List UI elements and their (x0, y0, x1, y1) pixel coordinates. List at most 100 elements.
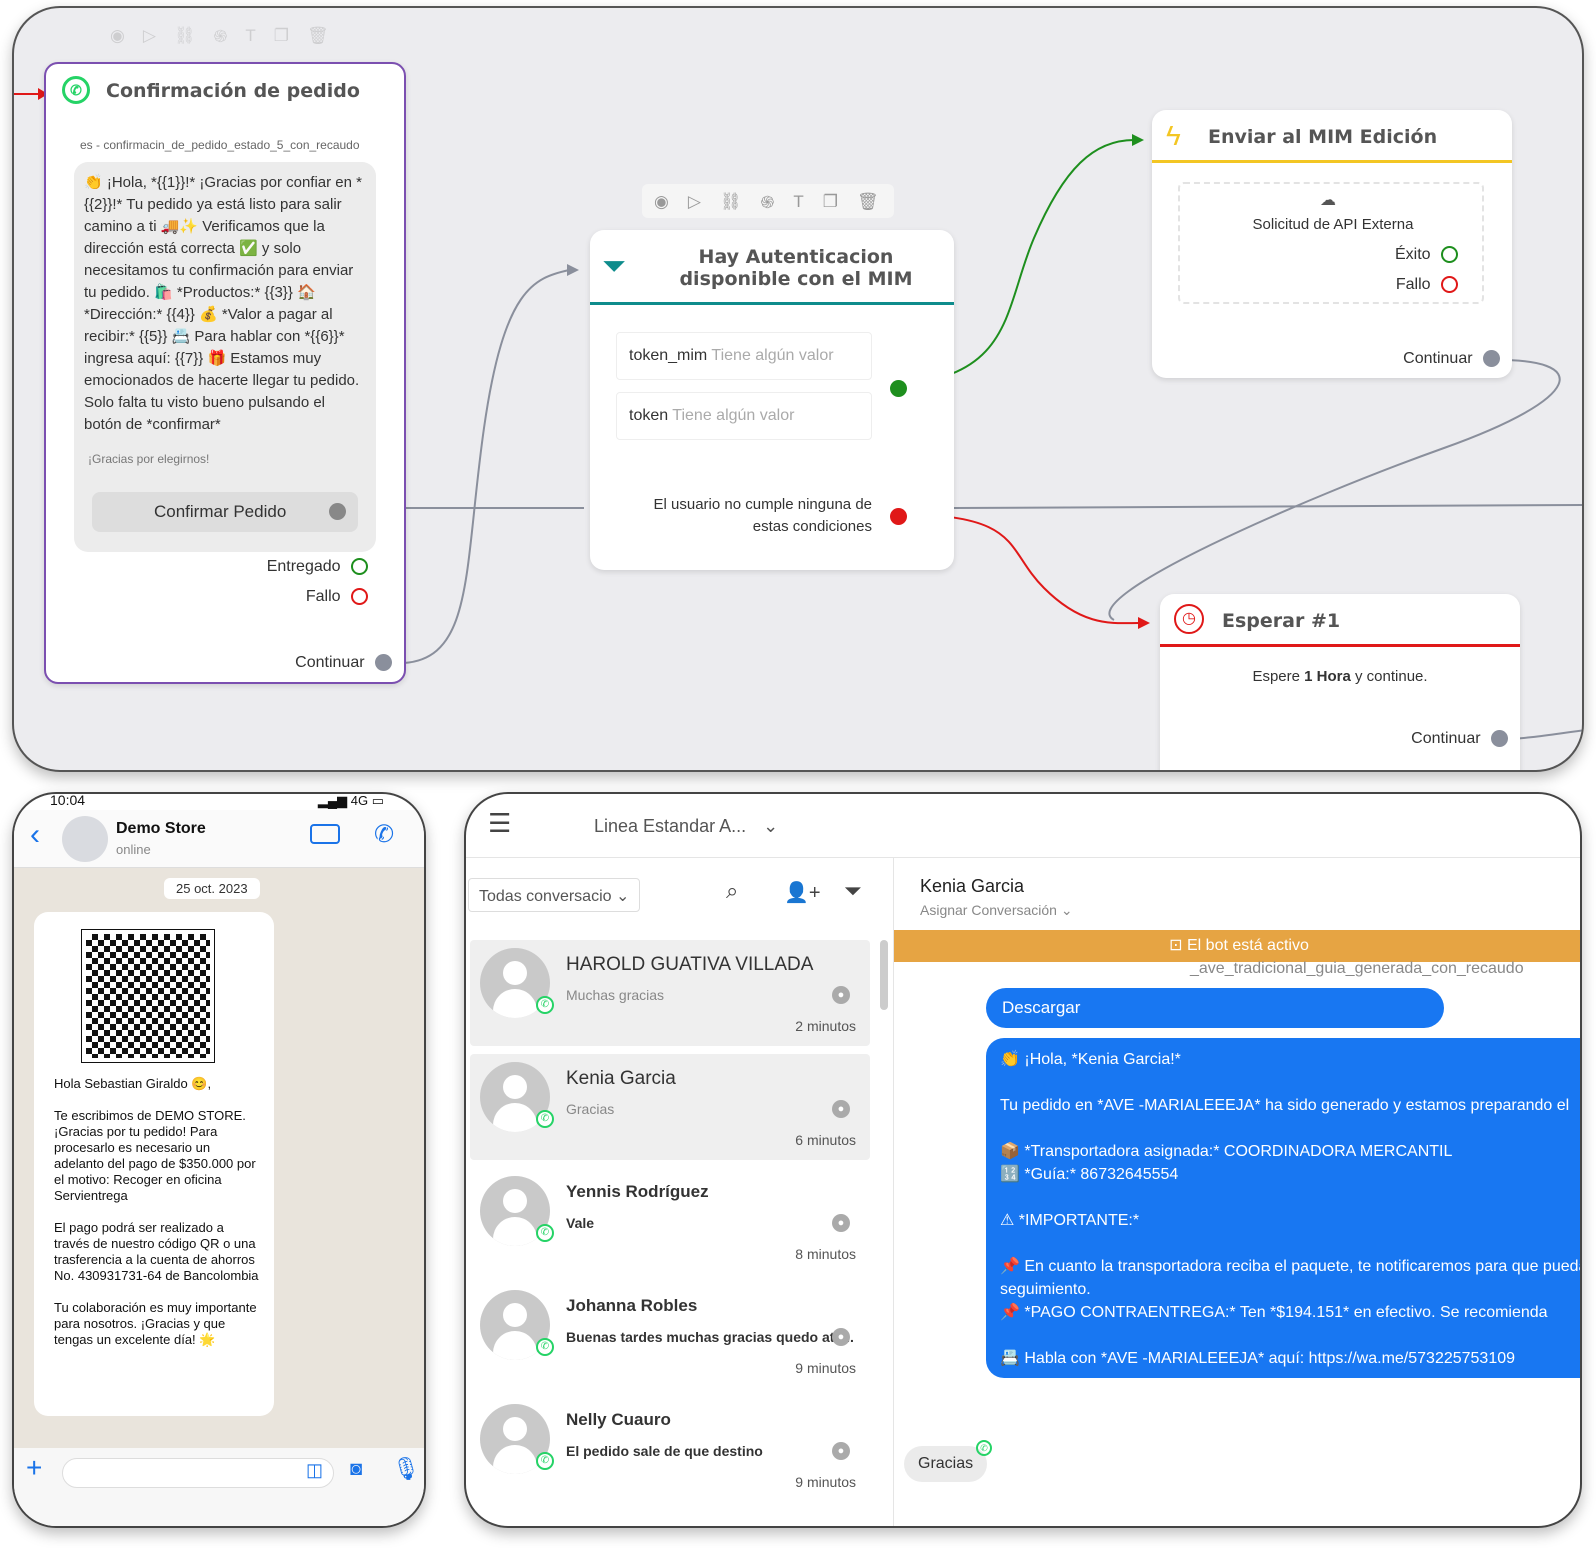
send-mim-node[interactable]: ϟ Enviar al MIM Edición ☁ Solicitud de A… (1152, 110, 1512, 378)
link-icon[interactable]: ⛓ (720, 192, 742, 212)
line-selector[interactable]: Linea Estandar A... ⌄ (594, 816, 778, 837)
title-divider (590, 302, 954, 305)
status-time: 10:04 (50, 792, 86, 808)
message-line (1000, 1071, 1580, 1094)
message-line: 🔢 *Guía:* 86732645554 (1000, 1166, 1179, 1183)
camera-icon[interactable]: ◙ (350, 1458, 362, 1481)
message-line (1000, 1232, 1580, 1255)
user-icon: ● (832, 1442, 850, 1460)
menu-icon[interactable]: ☰ (488, 808, 511, 839)
conversation-item[interactable]: ✆ Yennis Rodríguez Vale ● 8 minutos (470, 1168, 870, 1274)
fail-output: Fallo (1396, 276, 1458, 294)
match-port[interactable] (890, 380, 907, 397)
button-port[interactable] (329, 503, 346, 520)
message-line (1000, 1186, 1580, 1209)
message-box: 👏 ¡Hola, *{{1}}!* ¡Gracias por confiar e… (74, 162, 376, 552)
chat-header: ‹ Demo Store online ✆ (14, 810, 424, 868)
scrollbar[interactable] (880, 940, 888, 1010)
microphone-icon[interactable]: 🎙 (392, 1456, 420, 1482)
chevron-down-icon: ⌄ (1060, 902, 1073, 918)
download-button[interactable]: Descargar (986, 988, 1444, 1028)
plus-icon[interactable]: + (26, 1452, 42, 1484)
fingerprint-icon[interactable]: ֍ (761, 190, 775, 213)
add-user-icon[interactable]: 👤+ (784, 880, 821, 905)
node-title: Enviar al MIM Edición (1208, 126, 1438, 148)
wait-node[interactable]: ◷ Esperar #1 Espere 1 Hora y continue. C… (1160, 594, 1520, 770)
filter-icon[interactable]: ⏷ (844, 878, 862, 904)
battery-icon: ▭ (371, 793, 384, 808)
cloud-upload-icon: ☁ (1320, 192, 1336, 209)
bot-message: 👏 ¡Hola, *Kenia Garcia!* Tu pedido en *AV… (986, 1038, 1580, 1378)
conversation-item[interactable]: ✆ HAROLD GUATIVA VILLADA Muchas gracias ● 2 … (470, 940, 870, 1046)
conversation-item[interactable]: ✆ Johanna Robles Buenas tardes muchas grac… (470, 1282, 870, 1388)
incoming-message: Gracias (904, 1446, 988, 1482)
message-text: Hola Sebastian Giraldo 😊, Te escribimos d… (54, 1076, 260, 1348)
eye-icon[interactable]: ◉ (654, 192, 669, 212)
title-divider (1160, 644, 1520, 647)
phone-call-icon[interactable]: ✆ (374, 820, 394, 849)
conversation-list: Todas conversacio ⌄ ⌕ 👤+ ⏷ ✆ HAROLD GUATI… (466, 858, 894, 1526)
success-port[interactable] (1441, 246, 1458, 264)
message-paragraph (54, 1092, 260, 1108)
continue-output: Continuar (1411, 730, 1508, 748)
sticker-icon[interactable]: ◫ (306, 1460, 323, 1481)
text-icon: T (245, 25, 256, 45)
message-body: 👏 ¡Hola, *{{1}}!* ¡Gracias por confiar e… (84, 174, 362, 433)
assign-conversation[interactable]: Asignar Conversación ⌄ (920, 902, 1073, 919)
conversation-item[interactable]: ✆ Nelly Cuauro El pedido sale de que desti… (470, 1396, 870, 1502)
trash-icon[interactable]: 🗑 (857, 192, 879, 212)
fail-port[interactable] (351, 588, 368, 606)
api-box: ☁ Solicitud de API Externa Éxito Fallo (1178, 182, 1484, 304)
search-icon[interactable]: ⌕ (726, 878, 738, 904)
conversation-item[interactable]: ✆ Kenia Garcia Gracias ● 6 minutos (470, 1054, 870, 1160)
message-line: ⚠ *IMPORTANTE:* (1000, 1212, 1140, 1229)
message-paragraph: Hola Sebastian Giraldo 😊, (54, 1076, 212, 1091)
contact-name: Demo Store (116, 820, 206, 837)
message-line: 👏 ¡Hola, *Kenia Garcia!* (1000, 1051, 1181, 1068)
robot-icon: ⊡ (1169, 937, 1187, 954)
crm-inbox: ☰ Linea Estandar A... ⌄ Todas conversaci… (464, 792, 1582, 1528)
rule-token[interactable]: token Tiene algún valor (616, 392, 872, 440)
conversation-name: Johanna Robles (566, 1296, 698, 1315)
video-call-icon[interactable] (310, 824, 340, 844)
fail-port[interactable] (1441, 276, 1458, 294)
back-icon[interactable]: ‹ (30, 818, 40, 852)
else-port[interactable] (890, 508, 907, 525)
rule-token-mim[interactable]: token_mim Tiene algún valor (616, 332, 872, 380)
conversation-time: 2 minutos (795, 1018, 856, 1034)
conversation-time: 9 minutos (795, 1474, 856, 1490)
message-paragraph: Te escribimos de DEMO STORE. ¡Gracias po… (54, 1108, 256, 1203)
delivered-port[interactable] (351, 558, 368, 576)
text-icon[interactable]: T (793, 192, 803, 212)
conversation-preview: Muchas gracias (566, 987, 665, 1003)
continue-port[interactable] (1483, 350, 1500, 368)
avatar[interactable] (62, 816, 108, 862)
flow-canvas[interactable]: ◉ ▷ ⛓ ֍ T ❐ 🗑 ✆ Confirmación de pedido es - co… (12, 6, 1584, 772)
message-paragraph: Tu colaboración es muy importante para n… (54, 1300, 257, 1347)
chevron-down-icon: ⌄ (763, 816, 779, 836)
copy-icon: ❐ (273, 25, 290, 45)
message-line (1000, 1117, 1580, 1140)
node-title: Confirmación de pedido (106, 80, 360, 102)
success-output: Éxito (1395, 246, 1458, 264)
delivered-output: Entregado (267, 558, 368, 576)
whatsapp-icon: ✆ (536, 1338, 554, 1356)
api-label: Solicitud de API Externa (1252, 216, 1414, 233)
lightning-icon: ϟ (1166, 120, 1181, 151)
continue-port[interactable] (1491, 730, 1508, 748)
message-paragraph (54, 1204, 260, 1220)
whatsapp-icon: ✆ (976, 1440, 992, 1456)
whatsapp-icon: ✆ (536, 1452, 554, 1470)
condition-node[interactable]: ⏷ Hay Autenticacion disponible con el MI… (590, 230, 954, 570)
copy-icon[interactable]: ❐ (823, 192, 838, 212)
message-input[interactable] (62, 1458, 334, 1488)
filter-select[interactable]: Todas conversacio ⌄ (468, 878, 640, 912)
wait-text: Espere 1 Hora y continue. (1252, 668, 1428, 685)
continue-port[interactable] (375, 654, 392, 672)
confirm-order-node[interactable]: ✆ Confirmación de pedido es - confirmaci… (44, 62, 406, 684)
conversation-name: Nelly Cuauro (566, 1410, 671, 1429)
confirm-button[interactable]: Confirmar Pedido (92, 492, 358, 532)
top-bar: ☰ Linea Estandar A... ⌄ (466, 794, 1580, 858)
conversation-preview: Vale (566, 1215, 595, 1231)
play-icon[interactable]: ▷ (688, 192, 701, 212)
